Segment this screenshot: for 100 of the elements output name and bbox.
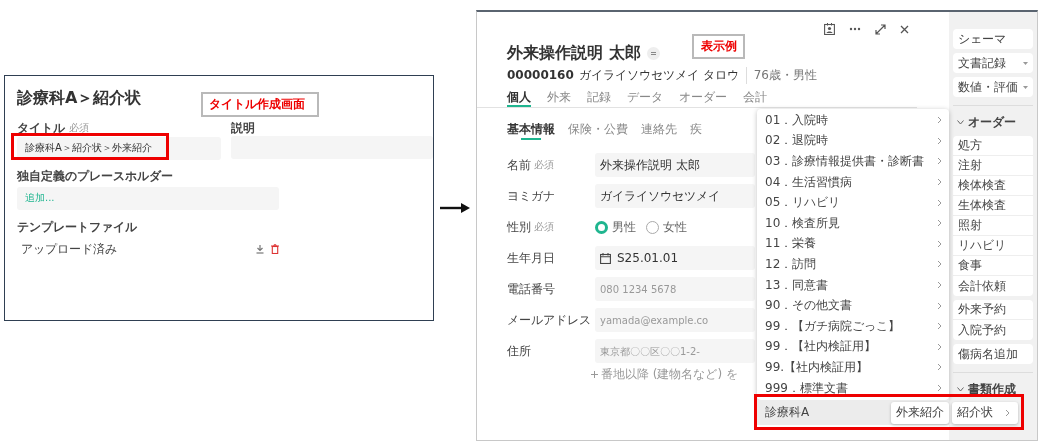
chevron-right-icon xyxy=(1005,408,1010,417)
calendar-icon xyxy=(600,252,611,264)
menu-item[interactable]: 10．検査所見 xyxy=(757,212,949,234)
chevron-right-icon xyxy=(937,363,942,372)
chevron-down-icon[interactable] xyxy=(957,386,964,392)
text-field[interactable]: 診療科A＞紹介状＞外来紹介 xyxy=(17,136,221,160)
chevron-right-icon xyxy=(937,219,942,228)
sidebar-item[interactable]: 傷病名追加 xyxy=(953,344,1033,364)
menu-item[interactable]: 05．リハビリ xyxy=(757,192,949,213)
submenu-item[interactable]: 紹介状 xyxy=(952,401,1018,424)
patient-kana: ガイライソウセツメイ タロウ xyxy=(578,66,747,84)
text-field[interactable]: yamada@example.co xyxy=(595,308,755,332)
close-icon[interactable] xyxy=(900,24,909,34)
trash-icon[interactable] xyxy=(271,244,279,254)
chevron-right-icon xyxy=(937,281,942,290)
tab[interactable]: 個人 xyxy=(507,87,531,107)
menu-item[interactable]: 診療科A 外来紹介 xyxy=(757,400,949,425)
tab[interactable]: 連絡先 xyxy=(641,118,677,140)
tab[interactable]: 会計 xyxy=(743,87,767,107)
annotation-label: 表示例 xyxy=(692,34,745,59)
tab[interactable]: 記録 xyxy=(587,87,611,107)
field-label: 住所 xyxy=(507,342,531,360)
tab[interactable]: 基本情報 xyxy=(507,118,555,140)
sidebar-item[interactable]: 外来予約 xyxy=(953,300,1033,320)
field-label: 電話番号 xyxy=(507,280,555,298)
section-heading: オーダー xyxy=(968,113,1016,131)
field-label: 性別 xyxy=(507,218,531,236)
chevron-right-icon xyxy=(937,116,942,125)
text-field[interactable] xyxy=(230,136,433,159)
patient-name: 外来操作説明 太郎 xyxy=(507,42,641,64)
portrait-icon[interactable] xyxy=(824,23,835,35)
tab[interactable]: 疾 xyxy=(690,118,702,140)
chevron-right-icon xyxy=(937,239,942,248)
text-field[interactable]: ガイライソウセツメイ xyxy=(595,184,755,208)
arrow xyxy=(440,203,470,213)
menu-item[interactable]: 13．同意書 xyxy=(757,274,949,296)
chevron-right-icon xyxy=(937,342,942,351)
chevron-right-icon xyxy=(937,301,942,310)
patient-id: 00000160 xyxy=(507,68,574,82)
text-field[interactable]: 080 1234 5678 xyxy=(595,277,755,301)
sidebar-item[interactable]: 数値・評価 xyxy=(953,77,1033,97)
sidebar-item[interactable]: シェーマ xyxy=(953,29,1033,49)
menu-item[interactable]: 11．栄養 xyxy=(757,233,949,255)
radio-button[interactable] xyxy=(595,220,608,234)
menu-item[interactable]: 99.【社内検証用】 xyxy=(757,357,949,378)
chevron-right-icon xyxy=(937,157,942,166)
sidebar-item[interactable]: リハビリ xyxy=(953,236,1033,256)
tab[interactable]: 保険・公費 xyxy=(568,118,628,140)
radio-button[interactable] xyxy=(646,220,659,234)
menu-item[interactable]: 12．訪問 xyxy=(757,254,949,275)
more-icon[interactable] xyxy=(849,27,861,31)
chevron-right-icon xyxy=(937,198,942,207)
tab[interactable]: データ xyxy=(627,87,663,107)
chevron-right-icon xyxy=(937,136,942,145)
required-tag: 必須 xyxy=(534,220,554,234)
menu-item[interactable]: 99．【ガチ病院ごっこ】 xyxy=(757,315,949,337)
tab[interactable]: オーダー xyxy=(679,87,727,107)
text-field[interactable]: 外来操作説明 太郎 xyxy=(595,153,755,177)
sidebar-item[interactable]: 生体検査 xyxy=(953,196,1033,216)
field-label: メールアドレス xyxy=(507,311,591,329)
field-label: 説明 xyxy=(230,119,255,137)
menu-item[interactable]: 01．入院時 xyxy=(757,110,949,131)
sidebar-item[interactable]: 入院予約 xyxy=(953,320,1033,340)
sidebar-item[interactable]: 検体検査 xyxy=(953,176,1033,196)
section-label: テンプレートファイル xyxy=(17,219,137,236)
sidebar-item[interactable]: 照射 xyxy=(953,216,1033,236)
chevron-right-icon xyxy=(937,178,942,187)
menu-item[interactable]: 02．退院時 xyxy=(757,130,949,152)
download-icon[interactable] xyxy=(256,244,264,254)
menu-item[interactable]: 03．診療情報提供書・診断書 xyxy=(757,151,949,172)
submenu-item[interactable]: 外来紹介 xyxy=(891,401,949,424)
expand-icon[interactable] xyxy=(875,23,886,35)
screen-title: 診療科A＞紹介状 xyxy=(17,88,142,109)
hint-text: 番地以降 (建物名など) を xyxy=(601,366,738,383)
sidebar-item[interactable]: 食事 xyxy=(953,256,1033,276)
menu-item[interactable]: 04．生活習慣病 xyxy=(757,171,949,193)
radio-label: 女性 xyxy=(663,218,687,236)
date-field[interactable]: S25.01.01 xyxy=(595,246,755,270)
tab[interactable]: 外来 xyxy=(547,87,571,107)
chevron-right-icon xyxy=(937,260,942,269)
section-label: 独自定義のプレースホルダー xyxy=(17,168,173,185)
menu-item[interactable]: 999．標準文書 xyxy=(757,377,949,399)
field-label: 生年月日 xyxy=(507,249,555,267)
radio-label: 男性 xyxy=(612,218,636,236)
menu-item[interactable]: 99．【社内検証用】 xyxy=(757,336,949,358)
annotation-label: タイトル作成画面 xyxy=(201,92,319,117)
chevron-right-icon xyxy=(937,384,942,392)
file-status: アップロード済み xyxy=(21,240,117,258)
chevron-down-icon[interactable] xyxy=(957,119,964,125)
chevron-right-icon xyxy=(937,322,942,331)
plus-icon[interactable] xyxy=(591,371,598,378)
sidebar-item[interactable]: 文書記録 xyxy=(953,53,1033,73)
required-tag: 必須 xyxy=(534,158,554,172)
sidebar-item[interactable]: 会計依頼 xyxy=(953,276,1033,296)
sidebar-item[interactable]: 処方 xyxy=(953,136,1033,156)
patient-age-sex: 76歳・男性 xyxy=(753,66,817,84)
sidebar-item[interactable]: 注射 xyxy=(953,156,1033,176)
equals-icon[interactable] xyxy=(646,46,660,60)
menu-item[interactable]: 90．その他文書 xyxy=(757,295,949,316)
required-tag: 必須 xyxy=(69,121,89,135)
